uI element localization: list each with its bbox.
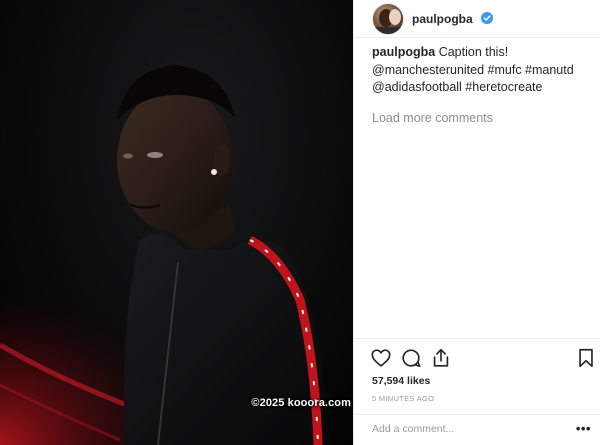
action-bar xyxy=(354,338,600,380)
portrait-illustration xyxy=(0,65,330,445)
share-icon[interactable] xyxy=(430,347,452,369)
avatar-photo-icon xyxy=(373,9,403,34)
post-header: paulpogba xyxy=(354,0,600,38)
caption-tags-line-2[interactable]: @adidasfootball #heretocreate xyxy=(372,80,542,94)
post-image[interactable]: ©2025 kooora.com xyxy=(0,0,353,445)
more-options-icon[interactable]: ••• xyxy=(576,421,591,436)
comment-icon[interactable] xyxy=(400,347,422,369)
caption-username[interactable]: paulpogba xyxy=(372,45,435,59)
avatar[interactable] xyxy=(372,3,404,35)
heart-icon[interactable] xyxy=(370,347,392,369)
header-username[interactable]: paulpogba xyxy=(412,12,473,26)
likes-count[interactable]: 57,594 likes xyxy=(372,375,430,387)
watermark-text: ©2025 kooora.com xyxy=(251,397,351,409)
bookmark-icon[interactable] xyxy=(575,347,597,369)
verified-badge-icon xyxy=(481,12,493,24)
post-details-panel: paulpogba paulpogba Caption this! @manch… xyxy=(353,0,600,445)
caption-tags-line-1[interactable]: @manchesterunited #mufc #manutd xyxy=(372,63,574,77)
post-caption: paulpogba Caption this! @manchesterunite… xyxy=(372,44,594,97)
caption-text: Caption this! xyxy=(438,45,509,59)
comment-input[interactable] xyxy=(372,423,562,435)
comment-bar: ••• xyxy=(354,414,600,445)
load-more-comments-link[interactable]: Load more comments xyxy=(372,111,493,125)
post-timestamp[interactable]: 5 MINUTES AGO xyxy=(372,394,434,403)
